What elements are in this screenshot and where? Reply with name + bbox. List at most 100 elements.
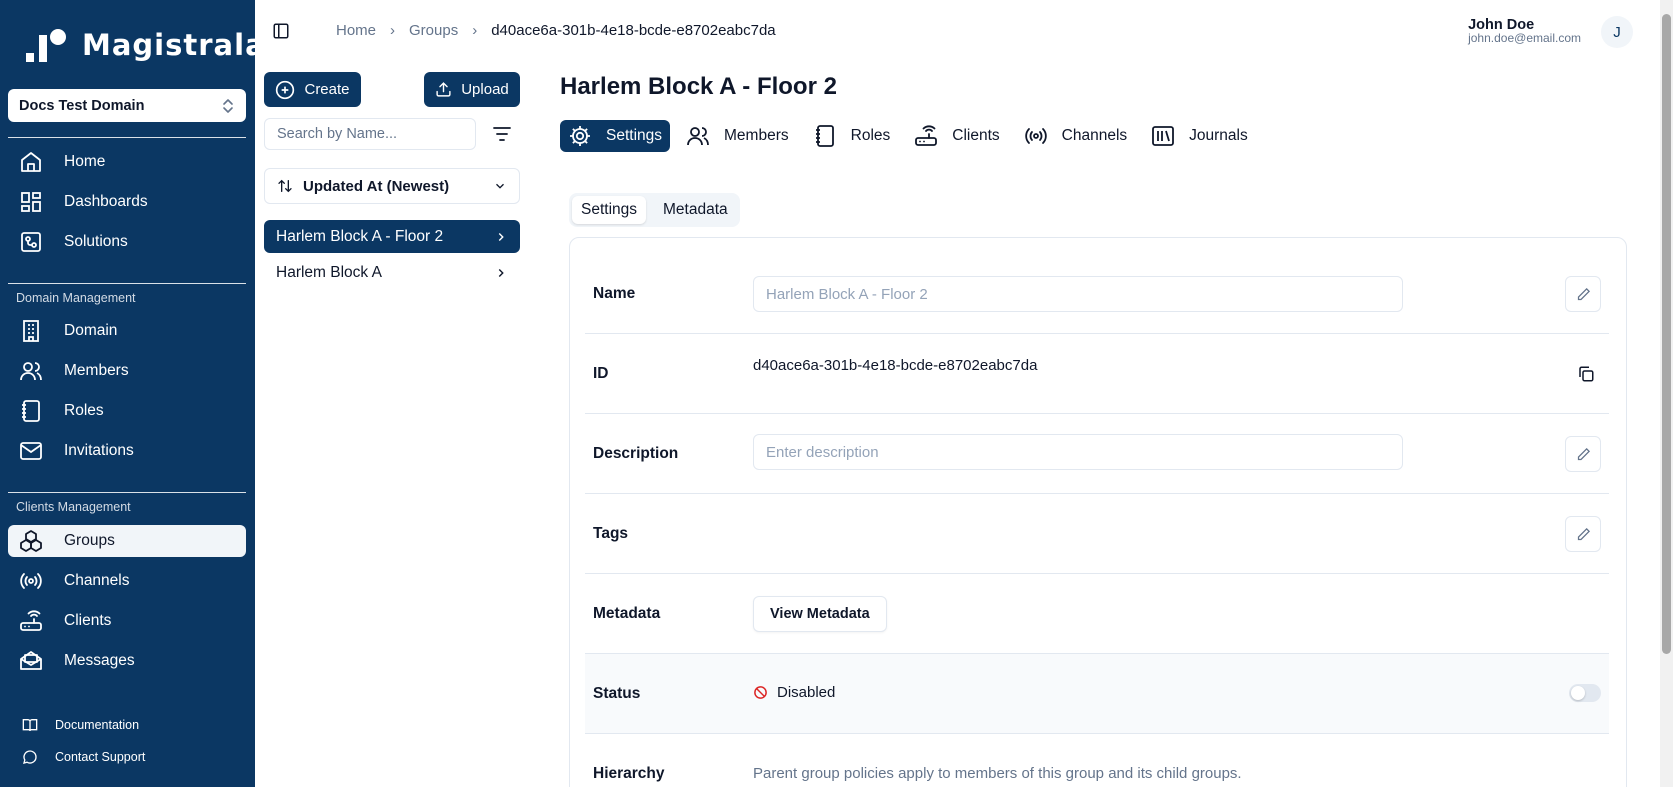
- sidebar-link-documentation[interactable]: Documentation: [22, 714, 139, 736]
- search-input[interactable]: [264, 118, 476, 150]
- section-title-clients-management: Clients Management: [16, 500, 131, 514]
- sidebar-item-clients[interactable]: Clients: [8, 605, 246, 637]
- sidebar-item-label: Channels: [64, 572, 130, 589]
- tab-label: Roles: [850, 127, 891, 144]
- avatar[interactable]: J: [1601, 16, 1633, 48]
- name-row: Name: [585, 254, 1609, 334]
- sidebar-item-label: Roles: [64, 402, 104, 419]
- tab-roles[interactable]: Roles: [805, 120, 899, 152]
- radio-icon: [18, 568, 44, 594]
- create-button[interactable]: Create: [264, 72, 361, 107]
- sidebar-link-contact-support[interactable]: Contact Support: [22, 746, 145, 768]
- breadcrumb-groups[interactable]: Groups: [409, 22, 458, 39]
- sidebar-item-members[interactable]: Members: [8, 355, 246, 387]
- page-title: Harlem Block A - Floor 2: [560, 73, 837, 100]
- breadcrumb: Home › Groups › d40ace6a-301b-4e18-bcde-…: [336, 22, 776, 39]
- subtab-settings[interactable]: Settings: [572, 196, 647, 224]
- users-icon: [18, 358, 44, 384]
- sidebar-item-solutions[interactable]: Solutions: [8, 226, 246, 258]
- sidebar-item-groups[interactable]: Groups: [8, 525, 246, 557]
- sidebar-item-domain[interactable]: Domain: [8, 315, 246, 347]
- group-list-item[interactable]: Harlem Block A - Floor 2: [264, 220, 520, 253]
- id-value: d40ace6a-301b-4e18-bcde-e8702eabc7da: [753, 357, 1038, 374]
- create-button-label: Create: [304, 81, 350, 98]
- mail-open-icon: [18, 648, 44, 674]
- sort-select-label: Updated At (Newest): [303, 177, 450, 195]
- group-list-item-label: Harlem Block A - Floor 2: [276, 227, 444, 245]
- scrollbar-thumb[interactable]: [1662, 14, 1671, 654]
- id-label: ID: [593, 365, 609, 382]
- sidebar-item-label: Domain: [64, 322, 118, 339]
- tab-channels[interactable]: Channels: [1016, 120, 1136, 152]
- sidebar-item-home[interactable]: Home: [8, 146, 246, 178]
- chevron-right-icon: ›: [390, 22, 396, 39]
- sidebar-item-label: Solutions: [64, 233, 128, 250]
- tab-settings[interactable]: Settings: [560, 120, 671, 152]
- sidebar-item-label: Dashboards: [64, 193, 148, 210]
- main-tabs: Settings Members Roles Clients Channels …: [560, 120, 1264, 152]
- breadcrumb-home[interactable]: Home: [336, 22, 376, 39]
- subtab-metadata[interactable]: Metadata: [654, 196, 737, 224]
- upload-button[interactable]: Upload: [424, 72, 520, 107]
- filter-button[interactable]: [492, 125, 512, 143]
- domain-select-label: Docs Test Domain: [19, 97, 145, 114]
- tab-journals[interactable]: Journals: [1143, 120, 1256, 152]
- logo[interactable]: Magistrala: [26, 27, 266, 63]
- tab-label: Clients: [952, 127, 1000, 144]
- sidebar-item-messages[interactable]: Messages: [8, 645, 246, 677]
- sidebar-link-label: Documentation: [55, 718, 140, 732]
- hierarchy-text: Parent group policies apply to members o…: [753, 765, 1242, 782]
- status-label: Status: [593, 685, 641, 702]
- pencil-icon: [1577, 527, 1590, 540]
- tab-label: Settings: [606, 127, 663, 144]
- group-list-item[interactable]: Harlem Block A: [264, 256, 520, 289]
- home-icon: [18, 149, 44, 175]
- metadata-label: Metadata: [593, 605, 661, 622]
- breadcrumb-current: d40ace6a-301b-4e18-bcde-e8702eabc7da: [491, 22, 776, 39]
- name-label: Name: [593, 285, 636, 302]
- filter-icon: [493, 127, 511, 141]
- sidebar-item-roles[interactable]: Roles: [8, 395, 246, 427]
- user-email: john.doe@email.com: [1468, 31, 1581, 45]
- chevron-right-icon: [498, 268, 504, 277]
- sidebar-divider: [8, 283, 246, 284]
- edit-description-button[interactable]: [1565, 436, 1601, 472]
- boxes-icon: [18, 528, 44, 554]
- users-icon: [687, 127, 709, 146]
- sidebar-item-label: Invitations: [64, 442, 134, 459]
- name-field[interactable]: [753, 276, 1403, 312]
- status-toggle[interactable]: [1569, 684, 1601, 702]
- gear-icon: [570, 126, 590, 146]
- edit-tags-button[interactable]: [1565, 516, 1601, 552]
- sidebar-toggle-button[interactable]: [272, 22, 292, 42]
- page-scrollbar[interactable]: [1660, 0, 1673, 787]
- edit-name-button[interactable]: [1565, 276, 1601, 312]
- library-icon: [1152, 126, 1175, 146]
- app-name: Magistrala: [82, 28, 266, 62]
- notebook-icon: [18, 398, 44, 424]
- magistrala-logo-icon: [26, 29, 66, 62]
- tab-label: Journals: [1189, 127, 1248, 144]
- tab-clients[interactable]: Clients: [906, 120, 1007, 152]
- plus-circle-icon: [276, 80, 295, 99]
- metadata-row: Metadata View Metadata: [585, 574, 1609, 654]
- ban-icon: [754, 686, 767, 699]
- router-icon: [915, 125, 938, 146]
- hierarchy-label: Hierarchy: [593, 765, 665, 782]
- building-icon: [18, 318, 44, 344]
- sidebar-item-invitations[interactable]: Invitations: [8, 435, 246, 467]
- group-list-item-label: Harlem Block A: [276, 263, 382, 281]
- copy-icon: [1579, 366, 1594, 382]
- description-field[interactable]: [753, 434, 1403, 470]
- sort-select[interactable]: Updated At (Newest): [264, 168, 520, 204]
- tab-members[interactable]: Members: [678, 120, 797, 152]
- sidebar-divider: [8, 492, 246, 493]
- radio-icon: [1024, 128, 1047, 144]
- sidebar-item-channels[interactable]: Channels: [8, 565, 246, 597]
- pencil-icon: [1577, 447, 1590, 460]
- view-metadata-button[interactable]: View Metadata: [753, 596, 887, 632]
- sidebar-item-label: Messages: [64, 652, 135, 669]
- domain-select[interactable]: Docs Test Domain: [8, 89, 246, 122]
- sidebar-item-dashboards[interactable]: Dashboards: [8, 186, 246, 218]
- copy-id-button[interactable]: [1577, 365, 1595, 383]
